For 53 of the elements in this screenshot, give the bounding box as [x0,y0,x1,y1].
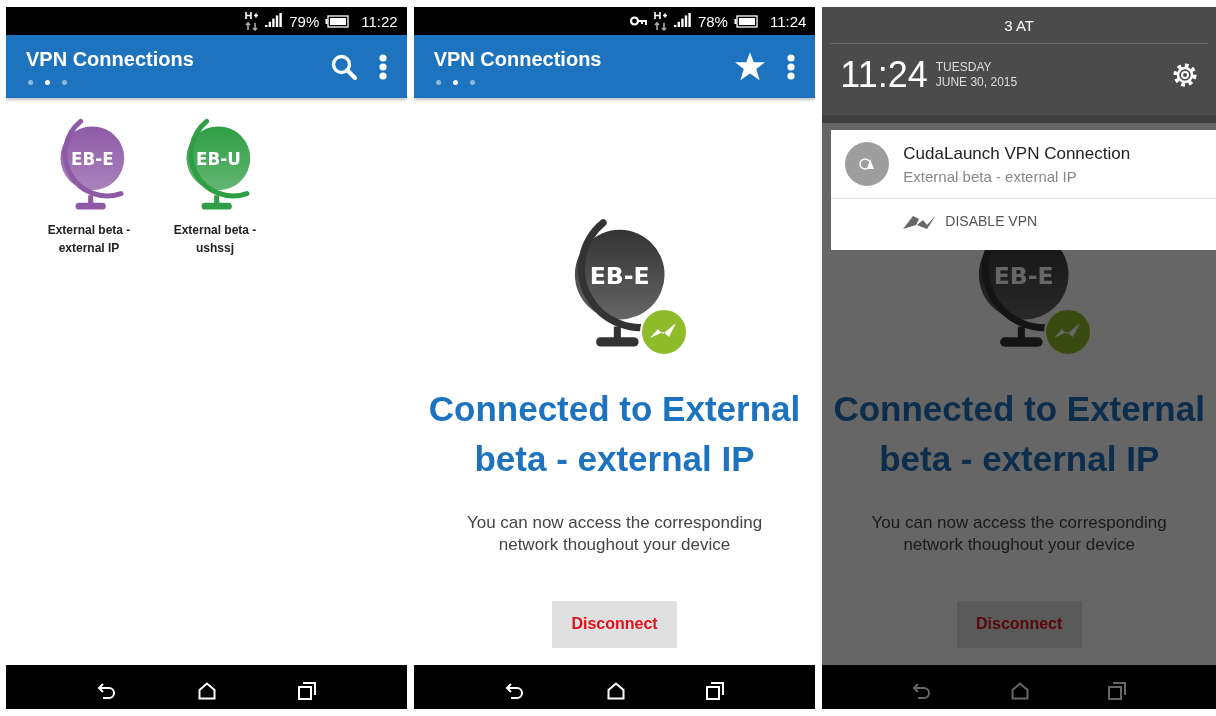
connection-name: External beta - external IP [46,221,132,257]
notification-card[interactable]: CudaLaunch VPN Connection External beta - external IP DISABLE VPN [831,130,1216,250]
battery-percent: 79% [289,12,320,30]
status-heading: Connected to External beta - external IP [427,387,802,480]
globe-label: EB-U [195,149,241,170]
status-heading: Connected to External beta - external IP [832,387,1206,480]
status-message: You can now access the corresponding network thoughout your device [465,511,764,556]
page-dot[interactable] [452,80,458,85]
disable-vpn-button[interactable]: DISABLE VPN [903,209,1038,233]
connection-name: External beta - ushssj [172,221,258,257]
notification-title: CudaLaunch VPN Connection [903,143,1131,164]
page-dot[interactable] [45,80,50,85]
more-options-icon[interactable] [787,53,796,80]
home-icon[interactable] [606,681,625,700]
status-message: You can now access the corresponding network thoughout your device [870,511,1168,556]
back-icon[interactable] [504,681,525,700]
globe-label: EB-E [71,149,114,170]
shade-date: JUNE 30, 2015 [935,75,1018,90]
carrier-name: 3 AT [830,7,1208,44]
settings-icon[interactable] [1172,62,1198,88]
back-icon[interactable] [96,681,117,700]
notification-text: External beta - external IP [903,167,1078,185]
shade-clock: 11:24 [840,54,928,96]
search-icon[interactable] [330,53,357,80]
page-dot[interactable] [469,80,475,85]
recents-icon[interactable] [297,681,316,700]
data-arrows-icon [653,11,668,31]
connection-item[interactable]: EB-U External beta - ushssj [164,118,266,257]
app-title: VPN Connections [433,48,602,71]
clock: 11:24 [769,12,807,30]
disconnect-button[interactable]: Disconnect [552,600,677,648]
battery-icon [733,14,758,28]
data-arrows-icon [245,11,260,31]
page-dot[interactable] [28,80,33,85]
globe-label: EB-E [993,262,1054,291]
clock: 11:22 [361,12,398,30]
signal-icon [673,13,692,29]
home-icon[interactable] [198,681,217,700]
connection-item[interactable]: EB-E External beta - external IP [38,118,140,257]
app-icon [845,142,890,186]
battery-icon [325,14,350,28]
globe-label: EB-E [589,262,650,291]
signal-icon [265,13,284,29]
app-title: VPN Connections [26,48,194,71]
star-icon[interactable] [735,52,766,81]
page-dot[interactable] [62,80,67,85]
battery-percent: 78% [697,12,728,30]
connected-badge-icon [1044,307,1093,356]
shade-day: TUESDAY [935,60,1018,75]
recents-icon[interactable] [706,681,725,700]
connected-badge-icon [639,307,688,356]
page-dot[interactable] [435,80,441,85]
more-options-icon[interactable] [378,53,387,80]
